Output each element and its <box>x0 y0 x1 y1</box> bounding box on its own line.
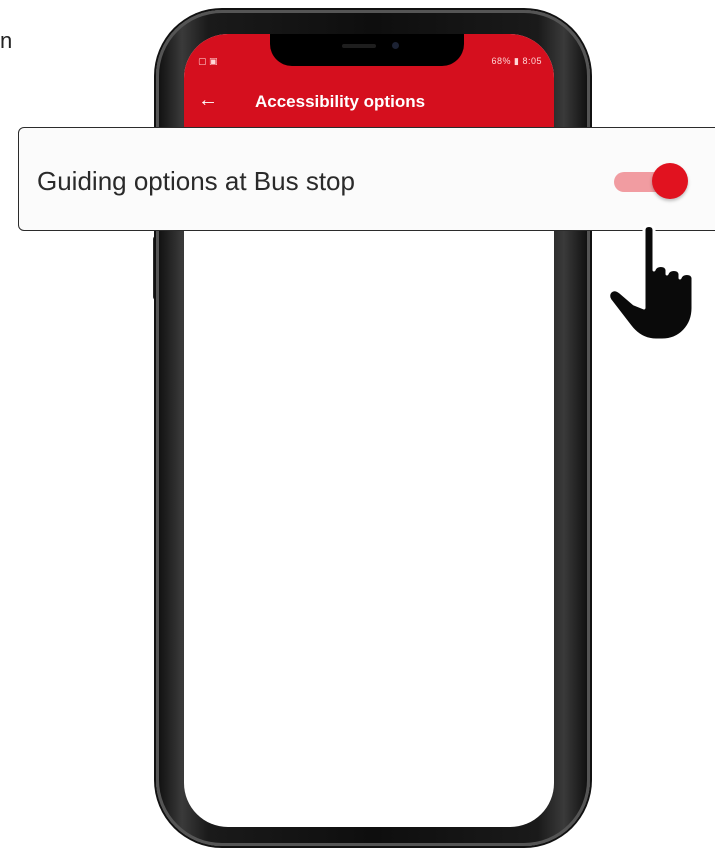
settings-row-callout[interactable]: Guiding options at Bus stop <box>18 127 715 231</box>
setting-label: Guiding options at Bus stop <box>37 166 355 196</box>
page-title: Accessibility options <box>255 92 426 111</box>
app-bar: ▢ ▣ 68% ▮ 8:05 ← Accessibility options <box>184 34 554 130</box>
tutorial-frame: n ▢ ▣ 68% ▮ 8:05 ← Accessibility options… <box>0 0 715 853</box>
toggle-thumb <box>652 163 688 199</box>
guiding-options-toggle[interactable] <box>614 163 692 199</box>
status-battery-time: 68% ▮ 8:05 <box>491 56 542 66</box>
phone-notch <box>270 34 464 66</box>
pointing-hand-icon <box>607 224 695 342</box>
camera-icon <box>392 42 399 49</box>
back-arrow-icon[interactable]: ← <box>198 90 218 110</box>
status-icons: ▢ ▣ <box>198 56 218 66</box>
cropped-text: n <box>0 28 13 53</box>
speaker-grille <box>342 44 376 48</box>
